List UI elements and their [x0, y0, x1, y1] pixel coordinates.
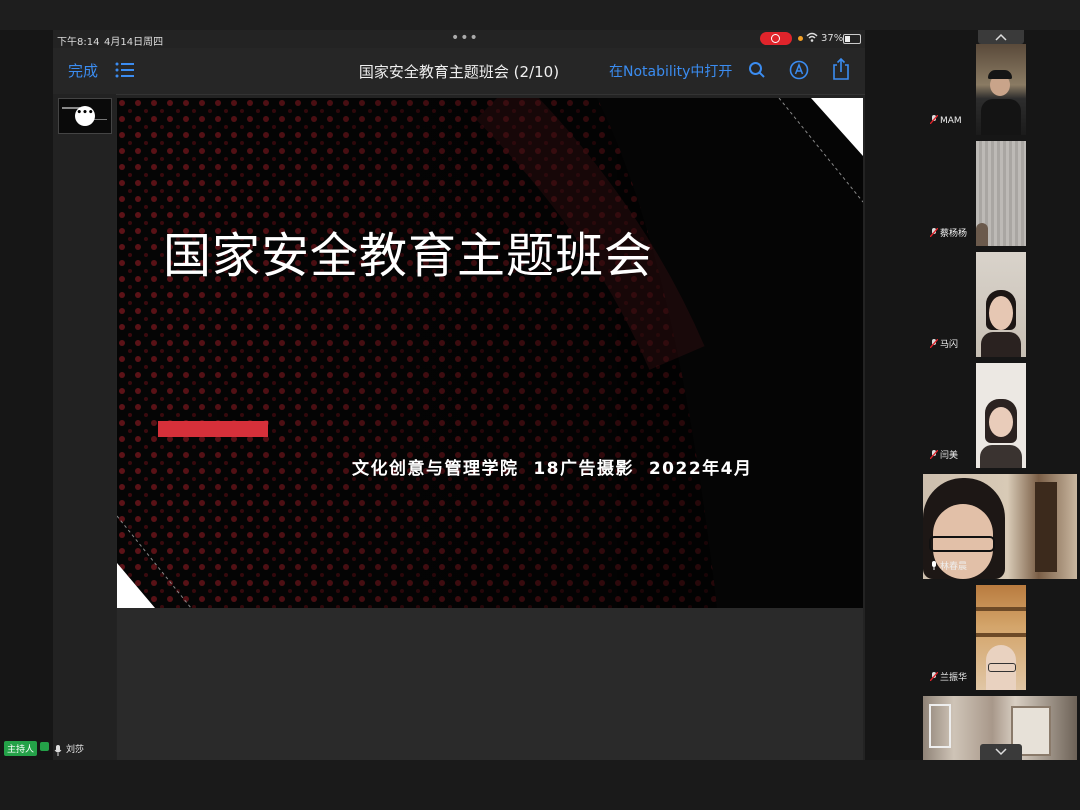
mic-icon	[932, 561, 936, 570]
participant-video	[976, 585, 1026, 690]
mic-in-use-dot-icon	[798, 36, 803, 41]
more-options-icon[interactable]: •••	[75, 106, 95, 126]
mic-muted-icon	[930, 339, 938, 348]
mic-muted-icon	[930, 672, 938, 681]
search-icon[interactable]	[748, 61, 766, 83]
battery-percent: 37%	[821, 33, 844, 44]
window-top-bar	[0, 0, 1080, 30]
slide-background-art	[117, 98, 863, 608]
participant-name: 闫美	[940, 451, 959, 461]
document-nav-bar: 完成 国家安全教育主题班会 (2/10) 在Notability中打开	[53, 48, 865, 95]
participant-name: 蔡杨杨	[940, 229, 968, 239]
ios-status-bar: 下午8:14 4月14日周四 ••• 37%	[53, 30, 865, 48]
mic-muted-icon	[930, 450, 938, 459]
participant-name: MAM	[940, 116, 962, 126]
window-corner	[1059, 0, 1080, 10]
participant-video	[976, 44, 1026, 135]
participant-name: 兰振华	[940, 673, 968, 683]
participant-video	[976, 141, 1026, 246]
participant-name: 马闪	[940, 340, 959, 350]
host-badge: 主持人	[4, 741, 38, 756]
open-in-notability-button[interactable]: 在Notability中打开	[609, 61, 732, 81]
participant-tile[interactable]: 闫美	[922, 363, 1026, 468]
scroll-down-button[interactable]	[980, 744, 1022, 760]
slide-canvas: 国家安全教育主题班会 文化创意与管理学院 18广告摄影 2022年4月	[117, 98, 863, 608]
mic-icon	[54, 741, 62, 760]
document-title: 国家安全教育主题班会 (2/10)	[358, 63, 560, 81]
multitask-dots-icon[interactable]: •••	[451, 30, 479, 46]
mic-muted-icon	[930, 115, 938, 124]
participant-tile[interactable]: 马闪	[922, 252, 1026, 357]
participant-video	[976, 363, 1026, 468]
status-time: 下午8:14	[57, 37, 100, 48]
slide-title: 国家安全教育主题班会	[163, 228, 654, 284]
thumbnail-sidebar: •••	[53, 94, 116, 760]
participant-tile[interactable]: 蔡杨杨	[922, 141, 1026, 246]
record-icon	[771, 34, 780, 43]
status-date: 4月14日周四	[104, 37, 164, 48]
participant-tile[interactable]	[923, 696, 1077, 760]
battery-icon	[843, 34, 861, 44]
participant-tile[interactable]: MAM	[922, 30, 1026, 135]
participant-name: 林春晨	[940, 562, 968, 572]
document-empty-area	[117, 608, 863, 760]
slide-subtitle: 文化创意与管理学院 18广告摄影 2022年4月	[352, 459, 753, 479]
slide-thumbnail[interactable]: •••	[58, 98, 112, 134]
self-name: 刘莎	[66, 745, 85, 755]
shared-screen: 下午8:14 4月14日周四 ••• 37% 完成 国家安全教育主题班会 (2/…	[53, 30, 865, 760]
participant-tile[interactable]: 林春晨	[923, 474, 1077, 579]
slide-accent-bar	[158, 421, 268, 437]
window-bottom-bar	[0, 760, 1080, 810]
wifi-icon	[806, 31, 818, 46]
mic-muted-icon	[930, 228, 938, 237]
participant-tile[interactable]: 兰振华	[922, 585, 1026, 690]
markup-icon[interactable]	[789, 60, 809, 84]
participant-video	[976, 252, 1026, 357]
chat-icon	[40, 742, 49, 751]
participants-panel: MAM 蔡杨杨 马闪 闫美 林春晨 兰振华	[920, 30, 1080, 760]
screen-record-indicator	[760, 32, 792, 45]
share-icon[interactable]	[832, 57, 850, 85]
